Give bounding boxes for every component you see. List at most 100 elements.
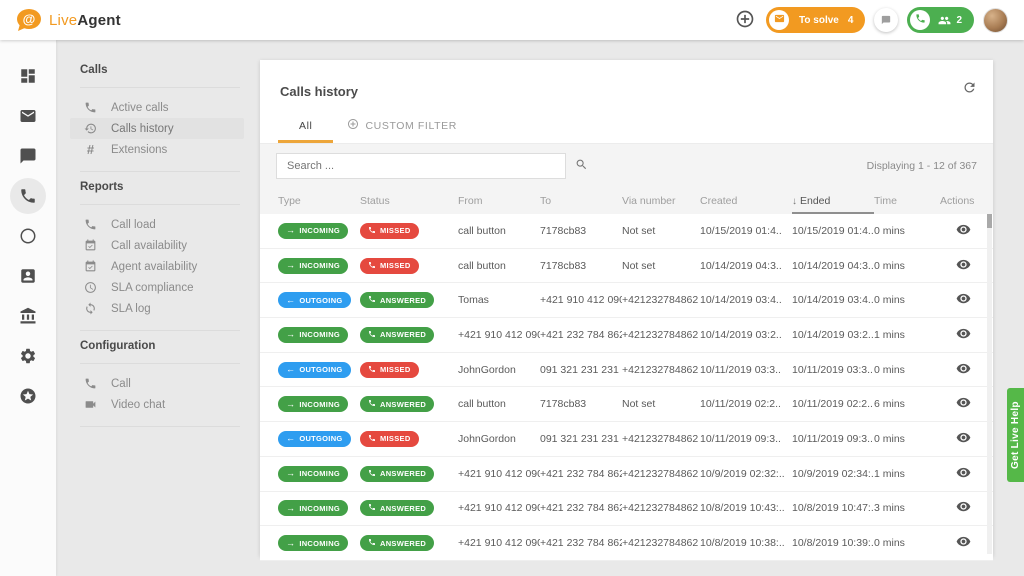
- view-call-button[interactable]: [956, 465, 971, 483]
- call-type-badge: → INCOMING: [278, 500, 349, 517]
- rail-chats[interactable]: [8, 136, 48, 176]
- sidebar-item-extensions[interactable]: # Extensions: [70, 139, 244, 160]
- rail-addons[interactable]: [8, 376, 48, 416]
- table-row[interactable]: ← OUTGOING MISSED JohnGordon 091 321 231 231…: [260, 422, 993, 457]
- column-header-time[interactable]: Time: [874, 188, 940, 214]
- bank-icon: [19, 307, 37, 325]
- loop-icon: [83, 302, 98, 315]
- divider: [80, 330, 240, 331]
- sidebar-item-calls-history[interactable]: Calls history: [70, 118, 244, 139]
- history-icon: [83, 122, 98, 135]
- eye-icon: [956, 257, 971, 275]
- via-number-cell: Not set: [622, 224, 656, 237]
- view-call-button[interactable]: [956, 326, 971, 344]
- rail-knowledge[interactable]: [8, 296, 48, 336]
- liveagent-logo[interactable]: @ LiveAgent: [16, 8, 121, 32]
- to-solve-button[interactable]: To solve 4: [766, 7, 866, 33]
- user-avatar[interactable]: [983, 7, 1008, 33]
- view-call-button[interactable]: [956, 222, 971, 240]
- column-header-actions[interactable]: Actions: [940, 188, 983, 214]
- rail-dashboard[interactable]: [8, 56, 48, 96]
- view-call-button[interactable]: [956, 534, 971, 552]
- view-call-button[interactable]: [956, 430, 971, 448]
- column-header-type[interactable]: Type: [278, 188, 360, 214]
- column-header-created[interactable]: Created: [700, 188, 792, 214]
- eye-icon: [956, 361, 971, 379]
- svg-text:@: @: [23, 12, 36, 27]
- view-call-button[interactable]: [956, 291, 971, 309]
- rail-settings[interactable]: [8, 336, 48, 376]
- agents-icon: [938, 14, 951, 27]
- table-row[interactable]: → INCOMING MISSED call button 7178cb83 Not se…: [260, 214, 993, 249]
- phone-icon: [915, 11, 926, 29]
- table-row[interactable]: ← OUTGOING ANSWERED Tomas +421 910 412 090 +4…: [260, 283, 993, 319]
- ended-cell: 10/14/2019 03:2..: [792, 328, 874, 341]
- sidebar-item-sla-compliance[interactable]: SLA compliance: [70, 277, 244, 298]
- view-call-button[interactable]: [956, 361, 971, 379]
- agents-online-button[interactable]: 2: [907, 7, 974, 33]
- tab-all[interactable]: All: [278, 111, 334, 143]
- star-icon: [19, 387, 37, 405]
- via-number-cell: +421232784862: [622, 467, 699, 480]
- to-cell: +421 232 784 862: [540, 467, 622, 480]
- calendar-icon: [83, 239, 98, 252]
- created-cell: 10/11/2019 02:2..: [700, 398, 781, 411]
- scrollbar-thumb[interactable]: [987, 214, 992, 228]
- ended-cell: 10/8/2019 10:47:..: [792, 502, 874, 515]
- to-cell: 7178cb83: [540, 224, 587, 237]
- sidebar-item-call-load[interactable]: Call load: [70, 214, 244, 235]
- search-button[interactable]: [566, 153, 596, 179]
- table-row[interactable]: → INCOMING ANSWERED +421 910 412 090 +421 23…: [260, 318, 993, 353]
- chat-icon: [881, 13, 891, 28]
- from-cell: call button: [458, 398, 506, 411]
- table-row[interactable]: ← OUTGOING MISSED JohnGordon 091 321 231 231…: [260, 352, 993, 388]
- table-row[interactable]: → INCOMING ANSWERED +421 910 412 090 +421 23…: [260, 491, 993, 527]
- logo-text: LiveAgent: [49, 11, 121, 29]
- call-status-badge: ANSWERED: [360, 465, 435, 482]
- column-header-status[interactable]: Status: [360, 188, 458, 214]
- arrow-right-icon: →: [286, 468, 296, 479]
- table-row[interactable]: → INCOMING ANSWERED +421 910 412 090 +421 23…: [260, 456, 993, 492]
- rail-customers[interactable]: [8, 256, 48, 296]
- arrow-right-icon: →: [286, 329, 296, 340]
- table-row[interactable]: → INCOMING MISSED call button 7178cb83 Not se…: [260, 248, 993, 284]
- add-button[interactable]: [733, 8, 758, 32]
- call-type-badge: → INCOMING: [278, 465, 349, 482]
- column-header-via-number[interactable]: Via number: [622, 188, 700, 214]
- column-header-from[interactable]: From: [458, 188, 540, 214]
- eye-icon: [956, 326, 971, 344]
- sidebar-item-call[interactable]: Call: [70, 373, 244, 394]
- page-title: Calls history: [280, 84, 359, 99]
- sidebar-item-call-availability[interactable]: Call availability: [70, 235, 244, 256]
- phone-icon: [368, 330, 376, 340]
- view-call-button[interactable]: [956, 395, 971, 413]
- rail-tickets[interactable]: [8, 96, 48, 136]
- search-input[interactable]: [276, 153, 566, 179]
- refresh-button[interactable]: [962, 80, 977, 98]
- view-call-button[interactable]: [956, 257, 971, 275]
- from-cell: call button: [458, 224, 506, 237]
- sidebar-item-sla-log[interactable]: SLA log: [70, 298, 244, 319]
- phone-icon: [368, 365, 376, 375]
- table-row[interactable]: → INCOMING ANSWERED +421 910 412 090 +421 23…: [260, 526, 993, 561]
- icon-rail: [0, 40, 56, 576]
- call-type-badge: ← OUTGOING: [278, 292, 351, 309]
- time-cell: 0 mins: [874, 363, 905, 376]
- from-cell: JohnGordon: [458, 363, 516, 376]
- sidebar-item-video-chat[interactable]: Video chat: [70, 394, 244, 415]
- rail-calls[interactable]: [8, 176, 48, 216]
- sidebar-item-active-calls[interactable]: Active calls: [70, 97, 244, 118]
- rail-social[interactable]: [8, 216, 48, 256]
- table-row[interactable]: → INCOMING ANSWERED call button 7178cb83 Not …: [260, 387, 993, 423]
- table-scrollbar[interactable]: [987, 214, 992, 554]
- to-cell: +421 910 412 090: [540, 294, 622, 307]
- view-call-button[interactable]: [956, 499, 971, 517]
- chat-button[interactable]: [874, 8, 899, 32]
- created-cell: 10/15/2019 01:4..: [700, 224, 782, 237]
- column-header-ended[interactable]: ↓ Ended: [792, 188, 874, 214]
- tab-custom-filter[interactable]: CUSTOM FILTER: [333, 111, 470, 143]
- get-live-help-button[interactable]: Get Live Help: [1007, 388, 1024, 482]
- column-header-to[interactable]: To: [540, 188, 622, 214]
- sidebar-item-agent-availability[interactable]: Agent availability: [70, 256, 244, 277]
- to-cell: +421 232 784 862: [540, 502, 622, 515]
